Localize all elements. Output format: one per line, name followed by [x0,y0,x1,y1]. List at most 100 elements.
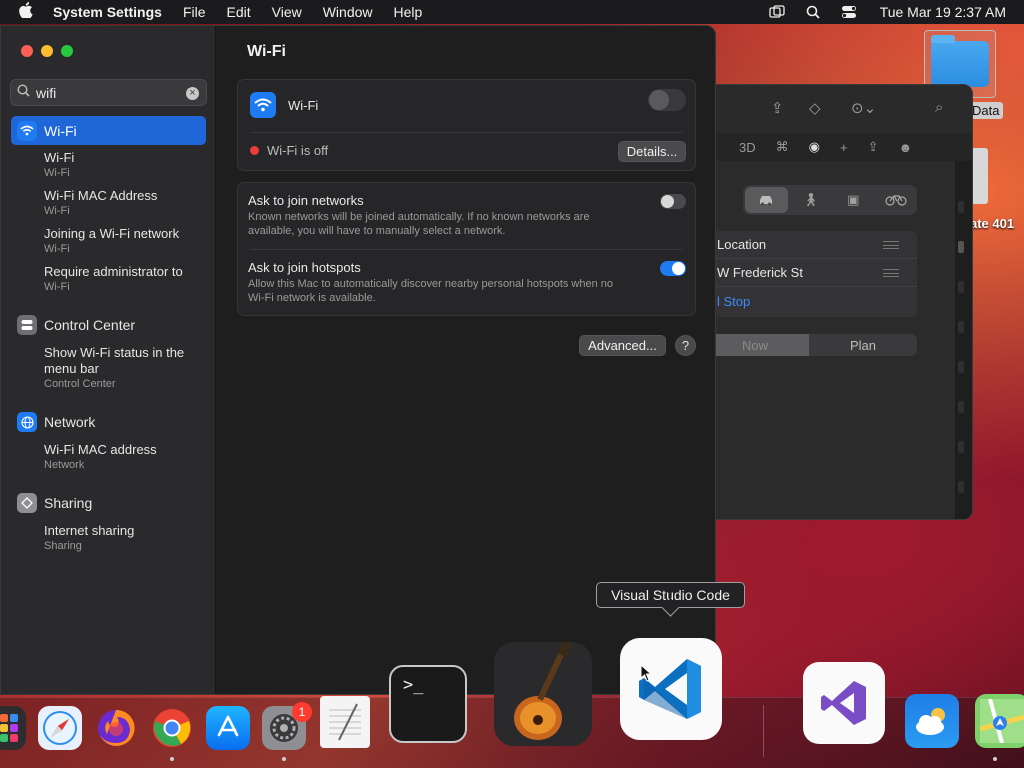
add-icon[interactable]: + [840,140,848,155]
control-center-icon [17,315,37,335]
wifi-status: Wi-Fi is off [250,143,328,158]
close-window-button[interactable] [21,45,33,57]
ask-hotspots-toggle[interactable] [660,261,686,276]
screen-mirroring-icon[interactable] [768,3,786,21]
firefox-icon[interactable] [94,706,138,750]
app-store-icon[interactable] [206,706,250,750]
tag-icon[interactable]: ◇ [809,99,821,117]
map-tick [958,401,964,413]
visual-studio-icon[interactable] [803,662,885,744]
reorder-handle-icon[interactable] [883,269,899,277]
3d-button[interactable]: 3D [739,140,756,155]
sidebar-item-network[interactable]: Network [17,412,95,432]
running-indicator [170,757,174,761]
details-button[interactable]: Details... [618,141,686,162]
ask-networks-desc: Known networks will be joined automatica… [248,211,590,237]
search-result-require-admin[interactable]: Require administrator to Wi-Fi [44,264,204,294]
segment-now[interactable]: Now [701,334,809,356]
maps-share-icon[interactable]: ⇪ [868,139,879,155]
menu-help[interactable]: Help [394,4,423,20]
car-icon[interactable] [745,187,788,213]
share-icon[interactable]: ⇪ [771,99,784,117]
route-list: Location W Frederick St l Stop [701,231,917,317]
result-title: Require administrator to [44,264,183,279]
search-result-wifi-mac[interactable]: Wi-Fi MAC Address Wi-Fi [44,188,204,218]
folder-icon [931,35,989,87]
maps-icon[interactable] [975,694,1024,748]
bike-icon[interactable] [875,185,918,215]
sidebar-search-field[interactable]: × [10,79,207,106]
sharing-icon [17,493,37,513]
menu-view[interactable]: View [272,4,302,20]
search-result-wifi[interactable]: Wi-Fi Wi-Fi [44,150,204,180]
map-tick [958,441,964,453]
more-icon[interactable]: ⊙⌄ [851,99,876,117]
chrome-icon[interactable] [150,706,194,750]
vscode-icon[interactable] [620,638,722,740]
map-tick [958,201,964,213]
sidebar-item-wifi[interactable]: Wi-Fi [11,116,206,145]
search-input[interactable] [36,84,176,101]
desktop-file-label[interactable]: ate 401 [970,216,1014,231]
safari-icon[interactable] [38,706,82,750]
menu-file[interactable]: File [183,4,206,20]
control-center-icon[interactable] [840,3,858,21]
ask-networks-toggle[interactable] [660,194,686,209]
search-result-internet-sharing[interactable]: Internet sharing Sharing [44,523,204,553]
segment-plan[interactable]: Plan [809,334,917,356]
transport-mode-selector[interactable]: 🚶︎ ▣ [743,185,917,215]
zoom-window-button[interactable] [61,45,73,57]
search-result-network-mac[interactable]: Wi-Fi MAC address Network [44,442,204,472]
sidebar-item-label: Control Center [44,317,136,333]
textedit-icon[interactable] [320,696,370,748]
search-result-joining-network[interactable]: Joining a Wi-Fi network Wi-Fi [44,226,204,256]
menu-clock[interactable]: Tue Mar 19 2:37 AM [880,4,1006,20]
sidebar-item-sharing[interactable]: Sharing [17,493,92,513]
help-button[interactable]: ? [675,335,696,356]
recenter-icon[interactable]: ◉ [809,139,820,155]
route-row[interactable]: Location [701,231,917,259]
minimize-window-button[interactable] [41,45,53,57]
desktop-folder-label[interactable]: Data [968,102,1004,119]
time-segment-control[interactable]: Now Plan [701,334,917,356]
spotlight-search-icon[interactable] [804,3,822,21]
mouse-cursor-icon [640,664,652,682]
transit-icon[interactable]: ▣ [832,185,875,215]
add-stop-link[interactable]: l Stop [701,287,917,315]
wifi-toggle[interactable] [648,89,686,111]
garageband-icon[interactable] [494,642,592,746]
sidebar-item-control-center[interactable]: Control Center [17,315,135,335]
map-tick [958,361,964,373]
result-subtitle: Sharing [44,540,82,552]
launchpad-icon[interactable] [0,706,26,750]
terminal-icon[interactable]: >_ [389,665,467,743]
route-label: Location [717,237,767,252]
search-icon [17,83,30,102]
result-subtitle: Wi-Fi [44,205,70,217]
maps-toolbar-secondary: 3D ⌘ ◉ + ⇪ ☻ [701,133,972,161]
running-indicator [993,757,997,761]
menu-bar: System Settings File Edit View Window He… [0,0,1024,24]
join-options-card: Ask to join networks Known networks will… [237,182,696,316]
sidebar-item-label: Network [44,414,96,430]
apple-menu-icon[interactable] [16,2,36,22]
maps-search-icon[interactable]: ⌕ [935,99,943,116]
result-title: Wi-Fi MAC address [44,442,157,457]
menu-window[interactable]: Window [323,4,373,20]
result-title: Internet sharing [44,523,135,538]
advanced-button[interactable]: Advanced... [579,335,666,356]
weather-icon[interactable] [905,694,959,748]
search-result-wifi-menubar[interactable]: Show Wi-Fi status in the menu bar Contro… [44,345,204,391]
reorder-handle-icon[interactable] [883,241,899,249]
map-tick [958,481,964,493]
result-subtitle: Wi-Fi [44,167,70,179]
route-row[interactable]: W Frederick St [701,259,917,287]
menu-edit[interactable]: Edit [227,4,251,20]
result-title: Joining a Wi-Fi network [44,226,180,241]
clear-search-icon[interactable]: × [186,87,199,100]
menu-app-name[interactable]: System Settings [53,4,162,20]
binoculars-icon[interactable]: ⌘ [776,139,789,155]
account-icon[interactable]: ☻ [898,140,912,155]
walk-icon[interactable]: 🚶︎ [790,185,833,215]
maps-window[interactable]: ⇪ ◇ ⊙⌄ ⌕ 3D ⌘ ◉ + ⇪ ☻ 🚶︎ ▣ Location W Fr… [700,84,973,520]
